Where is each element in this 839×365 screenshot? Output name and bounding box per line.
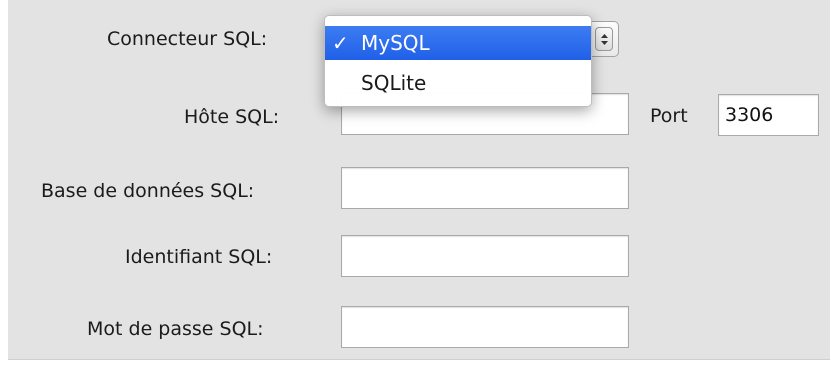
sql-settings-panel: Connecteur SQL: Hôte SQL: Port Base de d… [8, 0, 830, 360]
menu-option-label: SQLite [361, 71, 427, 95]
database-input[interactable] [341, 167, 629, 209]
connector-label: Connecteur SQL: [107, 28, 268, 50]
port-label: Port [650, 105, 688, 127]
menu-option-sqlite[interactable]: SQLite [325, 66, 591, 100]
port-input[interactable] [718, 94, 819, 136]
password-label: Mot de passe SQL: [87, 318, 264, 340]
database-label: Base de données SQL: [41, 180, 255, 202]
connector-dropdown-menu: ✓ MySQL SQLite [324, 15, 592, 107]
password-input[interactable] [341, 306, 629, 348]
username-label: Identifiant SQL: [125, 246, 273, 268]
menu-option-mysql[interactable]: ✓ MySQL [325, 26, 591, 60]
menu-option-label: MySQL [361, 31, 430, 55]
updown-chevrons-icon [595, 27, 613, 51]
username-input[interactable] [341, 235, 629, 277]
checkmark-icon: ✓ [332, 31, 349, 55]
host-label: Hôte SQL: [184, 106, 280, 128]
